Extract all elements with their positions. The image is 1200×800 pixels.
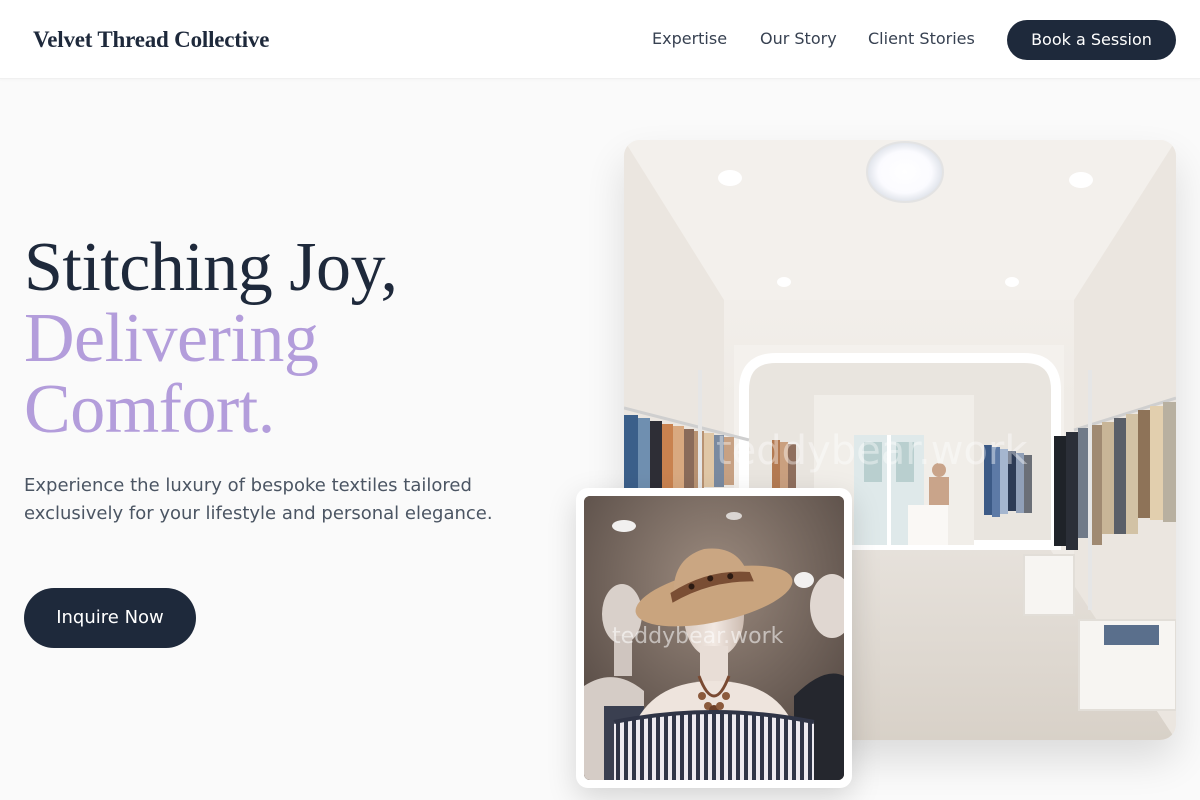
book-session-button[interactable]: Book a Session xyxy=(1007,20,1176,60)
inquire-now-button[interactable]: Inquire Now xyxy=(24,588,196,648)
site-header: Velvet Thread Collective Expertise Our S… xyxy=(0,0,1200,79)
hero-headline: Stitching Joy, Delivering Comfort. xyxy=(24,232,544,445)
hero-headline-line-1: Stitching Joy, xyxy=(24,229,398,306)
nav-link-client-stories[interactable]: Client Stories xyxy=(868,29,975,49)
mannequin-image-frame: teddybear.work xyxy=(576,488,852,788)
hero-subtext: Experience the luxury of bespoke textile… xyxy=(24,475,493,524)
nav-link-our-story[interactable]: Our Story xyxy=(760,29,837,49)
mannequin-image: teddybear.work xyxy=(584,496,844,780)
hero-headline-line-2: Delivering xyxy=(24,300,319,377)
hero-headline-line-3: Comfort. xyxy=(24,371,275,448)
brand-logo[interactable]: Velvet Thread Collective xyxy=(33,26,269,54)
nav-link-expertise[interactable]: Expertise xyxy=(652,29,727,49)
